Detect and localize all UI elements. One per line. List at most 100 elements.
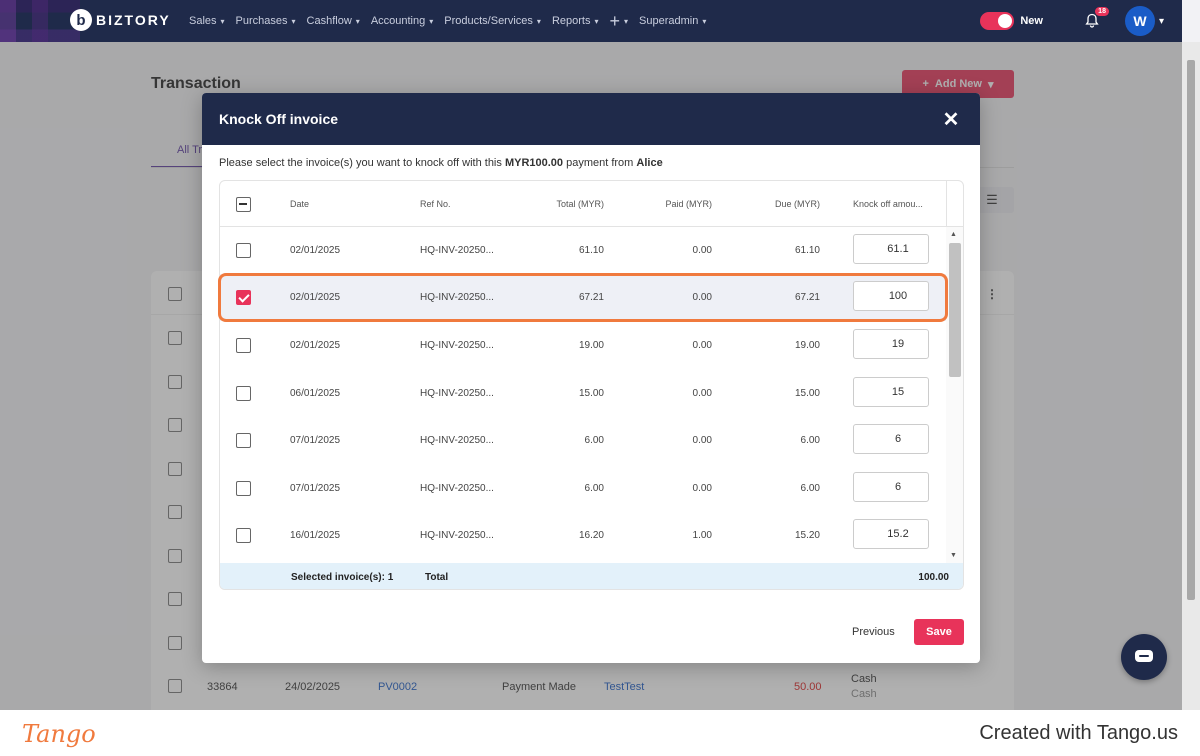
invoice-row[interactable]: 16/01/2025 HQ-INV-20250... 16.20 1.00 15… (220, 512, 946, 559)
menu-quick-add[interactable]: + ▾ (609, 11, 628, 32)
invoice-row[interactable]: 02/01/2025 HQ-INV-20250... 19.00 0.00 19… (220, 322, 946, 369)
row-checkbox[interactable] (236, 433, 251, 448)
row-paid: 0.00 (692, 435, 712, 446)
row-ref: HQ-INV-20250... (420, 245, 494, 256)
menu-label: Purchases (235, 15, 288, 27)
menu-label: Superadmin (639, 15, 699, 27)
step-highlight (218, 273, 948, 322)
row-total: 16.20 (578, 530, 604, 541)
row-checkbox[interactable] (236, 338, 251, 353)
menu-reports[interactable]: Reports ▾ (552, 15, 599, 27)
toggle-label: New (1020, 15, 1043, 27)
menu-accounting[interactable]: Accounting ▾ (371, 15, 433, 27)
knock-off-amount-input[interactable]: 61.1 (853, 234, 929, 264)
col-header-knock-off: Knock off amou... (853, 199, 923, 209)
header-divider (946, 181, 947, 227)
row-ref: HQ-INV-20250... (420, 530, 494, 541)
row-ref: HQ-INV-20250... (420, 340, 494, 351)
total-value: 100.00 (918, 572, 949, 583)
close-icon[interactable]: ✕ (939, 107, 963, 131)
row-date: 02/01/2025 (290, 245, 341, 256)
chat-icon (1135, 650, 1153, 662)
row-total: 6.00 (584, 435, 604, 446)
scroll-down-icon[interactable]: ▼ (950, 552, 957, 559)
tango-credit: Created with Tango.us (979, 722, 1178, 744)
message-middle: payment from (563, 157, 637, 169)
row-paid: 0.00 (692, 483, 712, 494)
main-menu: Sales ▾ Purchases ▾ Cashflow ▾ Accounting ▾ … (189, 0, 706, 42)
menu-cashflow[interactable]: Cashflow ▾ (307, 15, 360, 27)
menu-purchases[interactable]: Purchases ▾ (236, 15, 296, 27)
row-paid: 0.00 (692, 340, 712, 351)
scroll-up-icon[interactable]: ▲ (950, 231, 957, 238)
notification-button[interactable]: 18 (1081, 7, 1109, 32)
col-header-ref: Ref No. (420, 199, 451, 209)
chevron-down-icon: ▾ (429, 16, 434, 26)
scrollbar-thumb[interactable] (1187, 60, 1195, 600)
chevron-down-icon: ▾ (594, 16, 599, 26)
row-due: 19.00 (794, 340, 820, 351)
col-header-paid: Paid (MYR) (665, 199, 712, 209)
col-header-total: Total (MYR) (556, 199, 604, 209)
toggle-switch[interactable] (980, 12, 1015, 30)
top-navbar: b BIZTORY Sales ▾ Purchases ▾ Cashflow ▾ Ac… (0, 0, 1182, 42)
invoice-table-header: Date Ref No. Total (MYR) Paid (MYR) Due … (220, 181, 963, 227)
knock-off-amount-input[interactable]: 6 (853, 424, 929, 454)
row-total: 6.00 (584, 483, 604, 494)
chevron-down-icon: ▾ (1158, 15, 1164, 27)
row-date: 16/01/2025 (290, 530, 341, 541)
new-ui-toggle[interactable]: New (980, 12, 1043, 30)
invoice-row[interactable]: 07/01/2025 HQ-INV-20250... 6.00 0.00 6.0… (220, 417, 946, 464)
chevron-down-icon: ▾ (624, 16, 629, 26)
menu-label: Reports (551, 15, 591, 27)
scrollbar-thumb[interactable] (949, 243, 961, 377)
plus-icon: + (609, 10, 620, 31)
menu-sales[interactable]: Sales ▾ (189, 15, 225, 27)
row-ref: HQ-INV-20250... (420, 483, 494, 494)
row-paid: 0.00 (692, 388, 712, 399)
row-date: 07/01/2025 (290, 483, 341, 494)
menu-label: Cashflow (306, 15, 352, 27)
selected-count: Selected invoice(s): 1 (291, 572, 394, 583)
modal-message: Please select the invoice(s) you want to… (219, 157, 663, 169)
total-label: Total (425, 572, 449, 583)
chevron-down-icon: ▾ (355, 16, 360, 26)
menu-products-services[interactable]: Products/Services ▾ (444, 15, 541, 27)
row-checkbox[interactable] (236, 528, 251, 543)
modal-title: Knock Off invoice (219, 111, 339, 127)
previous-button[interactable]: Previous (844, 620, 903, 644)
menu-superadmin[interactable]: Superadmin ▾ (639, 15, 706, 27)
knock-off-amount-input[interactable]: 6 (853, 472, 929, 502)
modal-header: Knock Off invoice ✕ (202, 93, 980, 145)
menu-label: Products/Services (444, 15, 533, 27)
invoice-row[interactable]: 07/01/2025 HQ-INV-20250... 6.00 0.00 6.0… (220, 465, 946, 512)
row-ref: HQ-INV-20250... (420, 435, 494, 446)
row-checkbox[interactable] (236, 481, 251, 496)
chevron-down-icon: ▾ (536, 16, 541, 26)
invoice-row[interactable]: 06/01/2025 HQ-INV-20250... 15.00 0.00 15… (220, 370, 946, 417)
chevron-down-icon: ▾ (702, 16, 707, 26)
row-due: 6.00 (800, 435, 820, 446)
user-menu[interactable]: W ▾ (1124, 6, 1164, 36)
row-checkbox[interactable] (236, 243, 251, 258)
row-due: 61.10 (794, 245, 820, 256)
row-due: 6.00 (800, 483, 820, 494)
brand-logo[interactable]: b BIZTORY (70, 9, 171, 31)
table-scrollbar[interactable]: ▲ ▼ (946, 227, 963, 563)
tango-footer: Tango Created with Tango.us (0, 710, 1200, 756)
page-scrollbar[interactable] (1182, 42, 1200, 710)
row-checkbox[interactable] (236, 386, 251, 401)
col-header-date: Date (290, 199, 310, 209)
chat-button[interactable] (1121, 634, 1167, 680)
row-paid: 0.00 (692, 245, 712, 256)
knock-off-amount-input[interactable]: 19 (853, 329, 929, 359)
knock-off-amount-input[interactable]: 15.2 (853, 519, 929, 549)
select-all-checkbox[interactable] (236, 197, 251, 212)
row-total: 15.00 (578, 388, 604, 399)
invoice-row[interactable]: 02/01/2025 HQ-INV-20250... 61.10 0.00 61… (220, 227, 946, 274)
save-button[interactable]: Save (914, 619, 964, 645)
knock-off-amount-input[interactable]: 15 (853, 377, 929, 407)
payment-amount: MYR100.00 (504, 157, 564, 169)
row-date: 07/01/2025 (290, 435, 341, 446)
menu-label: Sales (189, 15, 217, 27)
